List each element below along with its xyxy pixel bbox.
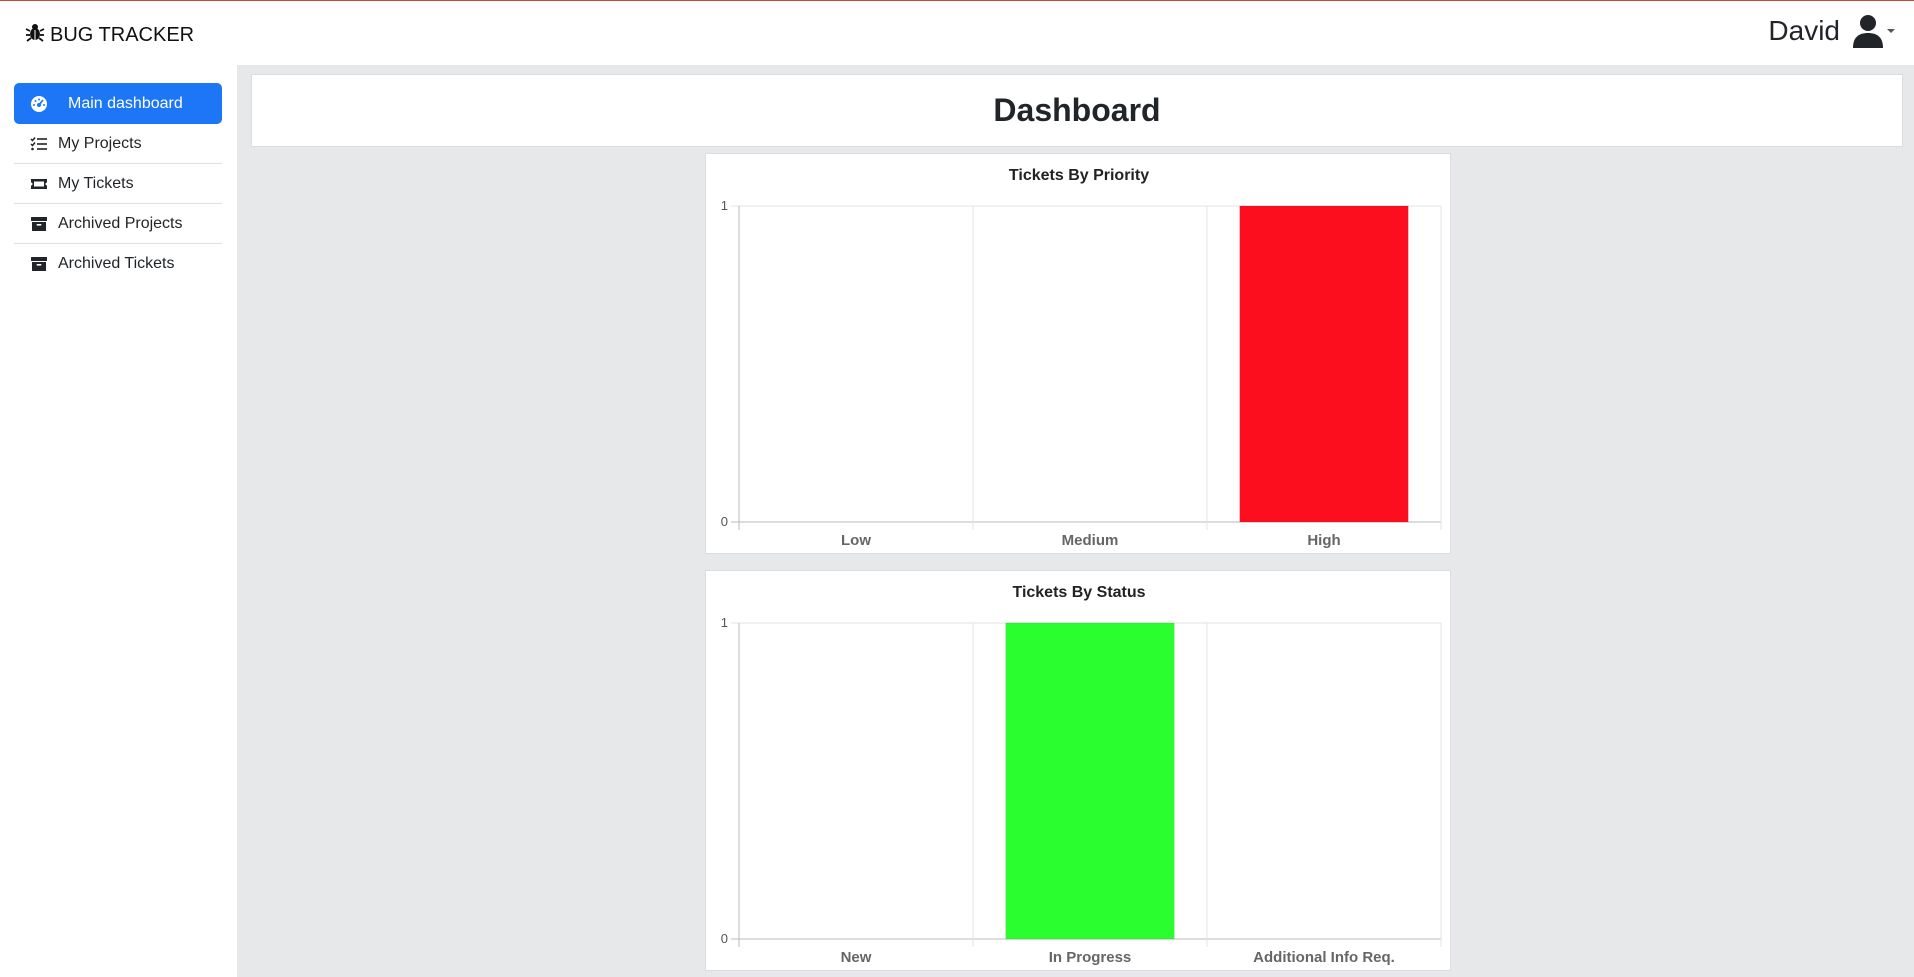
ticket-icon: [30, 175, 58, 193]
x-tick-label: New: [841, 949, 872, 966]
sidebar: Main dashboard My Projects My Tickets Ar…: [0, 65, 237, 977]
x-tick-label: Low: [841, 532, 871, 549]
y-tick-label: 0: [721, 931, 728, 946]
archive-icon: [30, 215, 58, 233]
x-tick-label: High: [1307, 532, 1340, 549]
sidebar-item-my-tickets[interactable]: My Tickets: [14, 164, 222, 204]
gauge-icon: [30, 95, 58, 113]
sidebar-item-archived-tickets[interactable]: Archived Tickets: [14, 244, 222, 284]
app-title: BUG TRACKER: [50, 23, 195, 46]
sidebar-item-label: Main dashboard: [68, 94, 183, 112]
list-check-icon: [30, 135, 58, 153]
chart-bar[interactable]: [1005, 622, 1175, 940]
x-tick-label: Additional Info Req.: [1253, 949, 1395, 966]
y-tick-label: 0: [721, 514, 728, 529]
sidebar-item-archived-projects[interactable]: Archived Projects: [14, 204, 222, 244]
y-tick-label: 1: [721, 615, 728, 630]
sidebar-item-my-projects[interactable]: My Projects: [14, 124, 222, 164]
sidebar-item-label: Archived Projects: [58, 214, 183, 232]
chart-title: Tickets By Status: [1012, 584, 1145, 601]
user-menu[interactable]: David: [1768, 14, 1896, 48]
x-tick-label: In Progress: [1049, 949, 1132, 966]
priority-chart: Tickets By Priority 0 1 Low Medium High: [721, 167, 1442, 549]
sidebar-nav: Main dashboard My Projects My Tickets Ar…: [14, 83, 222, 284]
chart-title: Tickets By Priority: [1009, 167, 1149, 184]
bug-icon: [25, 22, 45, 48]
status-chart: Tickets By Status 0 1 New In Progress Additio…: [721, 584, 1442, 966]
chart-card-priority: Tickets By Priority 0 1 Low Medium High: [705, 153, 1451, 554]
chart-bar[interactable]: [1239, 205, 1409, 523]
user-icon: [1853, 15, 1883, 48]
top-navbar: BUG TRACKER David: [0, 1, 1914, 65]
user-dropdown-toggle[interactable]: [1852, 14, 1896, 48]
main-content: Dashboard Tickets By Priority 0 1 Low Medium…: [237, 65, 1914, 977]
user-name: David: [1768, 15, 1840, 46]
sidebar-item-label: My Tickets: [58, 174, 134, 192]
chart-card-status: Tickets By Status 0 1 New In Progress Additio…: [705, 570, 1451, 971]
y-tick-label: 1: [721, 198, 728, 213]
sidebar-item-label: My Projects: [58, 134, 142, 152]
brand-link[interactable]: BUG TRACKER: [25, 22, 194, 48]
x-tick-label: Medium: [1062, 532, 1119, 549]
page-header: Dashboard: [251, 74, 1903, 147]
sidebar-item-label: Archived Tickets: [58, 255, 175, 272]
caret-down-icon: [1887, 29, 1895, 33]
page-title: Dashboard: [993, 92, 1161, 128]
sidebar-item-main-dashboard[interactable]: Main dashboard: [14, 83, 222, 124]
archive-icon: [30, 255, 58, 273]
